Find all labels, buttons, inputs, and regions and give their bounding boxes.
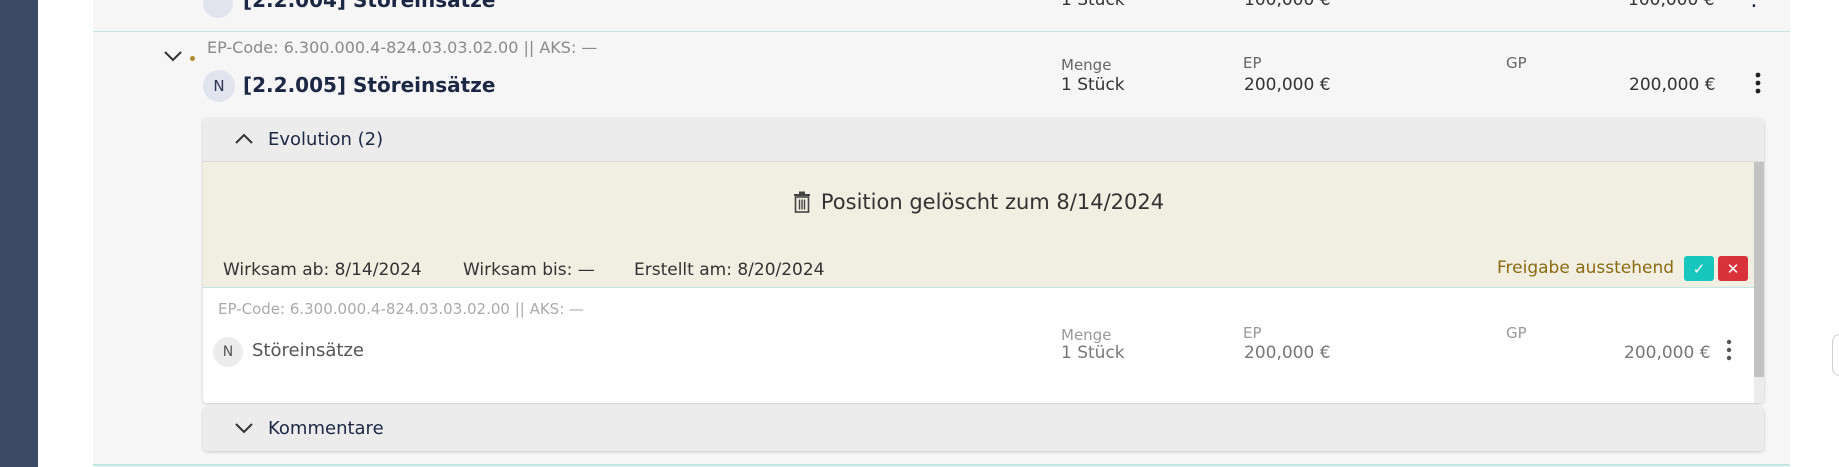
previous-version-card: EP-Code: 6.300.000.4-824.03.03.02.00 || … [203, 288, 1754, 403]
gp-value: 200,000 € [1629, 75, 1716, 95]
ep-label: EP [1243, 324, 1262, 342]
approve-button[interactable]: ✓ [1684, 256, 1714, 281]
previous-position-row[interactable]: [2.2.004] Störeinsätze 1 Stück 100,000 €… [93, 0, 1790, 32]
position-title[interactable]: [2.2.005] Störeinsätze [243, 73, 495, 97]
more-options-icon[interactable] [1718, 337, 1740, 363]
menge-label: Menge [1061, 326, 1112, 344]
deletion-message: Position gelöscht zum 8/14/2024 [203, 190, 1754, 214]
ep-code-label: EP-Code: 6.300.000.4-824.03.03.02.00 || … [207, 38, 598, 57]
erstellt-am: Erstellt am: 8/20/2024 [634, 260, 825, 280]
previous-version-title: Störeinsätze [252, 340, 364, 361]
gp-label: GP [1506, 324, 1527, 342]
wirksam-ab: Wirksam ab: 8/14/2024 [223, 260, 422, 280]
app-sidebar [0, 0, 38, 467]
reject-button[interactable]: ✕ [1718, 256, 1748, 281]
change-indicator-dot [190, 56, 195, 61]
evolution-label: Evolution (2) [268, 129, 384, 150]
previous-position-title: [2.2.004] Störeinsätze [243, 0, 496, 12]
previous-menge-value: 1 Stück [1061, 0, 1125, 10]
position-list: [2.2.004] Störeinsätze 1 Stück 100,000 €… [93, 0, 1790, 467]
menge-value: 1 Stück [1061, 75, 1125, 95]
wirksam-bis: Wirksam bis: — [463, 260, 595, 280]
status-badge [203, 0, 233, 18]
status-badge: N [203, 70, 235, 102]
scrollbar-thumb[interactable] [1754, 162, 1764, 377]
previous-gp-value: 100,000 € [1628, 0, 1715, 10]
evolution-list: Position gelöscht zum 8/14/2024 Wirksam … [203, 162, 1754, 403]
ep-label: EP [1243, 54, 1262, 72]
ep-code-label: EP-Code: 6.300.000.4-824.03.03.02.00 || … [218, 300, 585, 318]
ep-value: 200,000 € [1244, 343, 1331, 363]
chevron-down-icon[interactable] [162, 45, 184, 67]
status-badge: N [213, 337, 243, 367]
row-divider [93, 464, 1790, 466]
menge-value: 1 Stück [1061, 343, 1125, 363]
gp-value: 200,000 € [1624, 343, 1711, 363]
evolution-header[interactable]: Evolution (2) [203, 118, 1764, 162]
chevron-up-icon [235, 133, 253, 144]
comments-label: Kommentare [268, 418, 384, 439]
menge-label: Menge [1061, 56, 1112, 74]
gp-label: GP [1506, 54, 1527, 72]
deleted-change-card: Position gelöscht zum 8/14/2024 Wirksam … [203, 162, 1754, 288]
trash-icon [793, 191, 810, 213]
evolution-panel: Evolution (2) Position gelöscht zum 8/14… [203, 118, 1764, 403]
deletion-message-text: Position gelöscht zum 8/14/2024 [820, 190, 1165, 214]
previous-ep-value: 100,000 € [1244, 0, 1331, 10]
more-options-icon[interactable] [1747, 70, 1769, 96]
chevron-down-icon [235, 423, 253, 434]
more-options-icon[interactable]: ⋮ [1743, 0, 1765, 11]
comments-header[interactable]: Kommentare [203, 407, 1764, 451]
ep-value: 200,000 € [1244, 75, 1331, 95]
approval-status: Freigabe ausstehend [1497, 258, 1675, 278]
side-panel-handle[interactable] [1832, 334, 1839, 376]
